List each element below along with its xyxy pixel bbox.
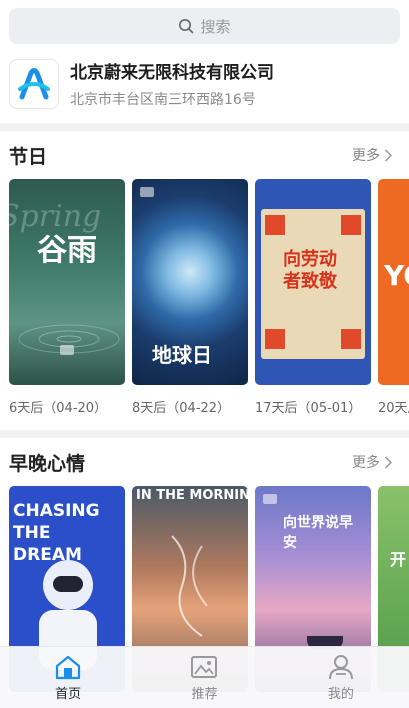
more-moods-button[interactable]: 更多 [352, 452, 393, 472]
tab-recommend[interactable]: 推荐 [136, 647, 272, 708]
festival-card[interactable]: 地球日 8天后（04-22） [132, 179, 248, 416]
company-name: 北京蔚来无限科技有限公司 [70, 63, 274, 83]
tab-label: 推荐 [191, 686, 218, 702]
app-screen: 搜索 北京蔚来无限科技有限公司 北京市丰台区南三环西路16号 节日 更多 Spr… [0, 0, 409, 708]
search-icon [179, 19, 194, 34]
festival-card[interactable]: 向劳动者致敬 17天后（05-01） [255, 179, 371, 416]
poster-title: 地球日 [152, 343, 212, 367]
card-date-label: 17天后（05-01） [255, 401, 362, 416]
home-icon [56, 655, 81, 679]
poster-title: 谷雨 [37, 233, 97, 268]
company-card[interactable]: 北京蔚来无限科技有限公司 北京市丰台区南三环西路16号 [9, 58, 400, 109]
section-title-moods: 早晚心情 [9, 452, 86, 475]
tab-mine[interactable]: 我的 [273, 647, 409, 708]
festival-card[interactable]: Spring 谷雨 6天后（04-20） [9, 179, 125, 416]
search-bar[interactable]: 搜索 [9, 8, 400, 44]
poster-title: 向世界说早安 [283, 515, 353, 551]
tab-home[interactable]: 首页 [0, 647, 136, 708]
chevron-right-icon [384, 148, 393, 162]
company-logo [9, 58, 59, 109]
poster-title: 开 [390, 550, 407, 569]
tab-label: 我的 [327, 686, 354, 702]
more-festivals-button[interactable]: 更多 [352, 145, 393, 165]
user-icon [328, 654, 353, 679]
more-label: 更多 [352, 148, 380, 164]
more-label: 更多 [352, 455, 380, 471]
poster-title: 向劳动者致敬 [283, 249, 337, 292]
search-placeholder: 搜索 [200, 17, 231, 36]
poster-youth-day: YO [378, 179, 409, 385]
card-date-label: 6天后（04-20） [9, 401, 108, 416]
bottom-tab-bar: 首页 推荐 我的 [0, 646, 409, 708]
poster-title: CHASING THE DREAM [13, 501, 100, 565]
festival-card[interactable]: YO 20天后 [378, 179, 409, 416]
tab-label: 首页 [55, 686, 82, 702]
header-area: 搜索 北京蔚来无限科技有限公司 北京市丰台区南三环西路16号 [0, 0, 409, 123]
section-title-festivals: 节日 [9, 145, 48, 168]
poster-title: YO [384, 259, 409, 292]
card-date-label: 20天后 [378, 401, 409, 416]
company-address: 北京市丰台区南三环西路16号 [70, 92, 256, 108]
poster-earth-day: 地球日 [132, 179, 248, 385]
festival-section: 节日 更多 Spring 谷雨 6天后（04-20） 地球日 8天后（04-22… [0, 131, 409, 430]
poster-labor-day: 向劳动者致敬 [255, 179, 371, 385]
poster-title: IN THE MORNING [136, 488, 248, 503]
card-date-label: 8天后（04-22） [132, 401, 231, 416]
chevron-right-icon [384, 455, 393, 469]
poster-guyu: Spring 谷雨 [9, 179, 125, 385]
image-icon [191, 655, 218, 678]
